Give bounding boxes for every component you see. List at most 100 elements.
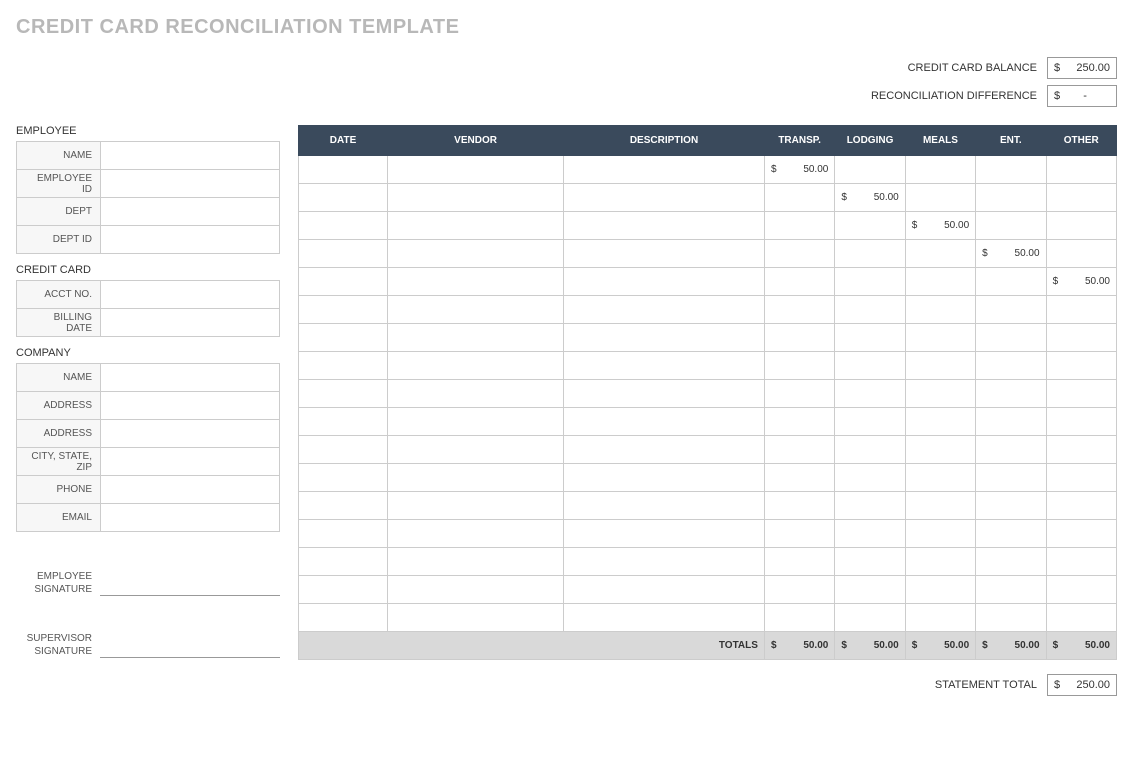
cell-transp[interactable] xyxy=(764,324,834,352)
cell-date[interactable] xyxy=(299,604,388,632)
cell-transp[interactable] xyxy=(764,464,834,492)
cell-description[interactable] xyxy=(564,520,765,548)
cell-lodging[interactable] xyxy=(835,436,905,464)
cell-description[interactable] xyxy=(564,212,765,240)
cell-date[interactable] xyxy=(299,492,388,520)
cell-transp[interactable] xyxy=(764,240,834,268)
cell-ent[interactable] xyxy=(976,492,1046,520)
cell-ent[interactable] xyxy=(976,380,1046,408)
cell-date[interactable] xyxy=(299,352,388,380)
cell-description[interactable] xyxy=(564,268,765,296)
cell-vendor[interactable] xyxy=(388,380,564,408)
cell-vendor[interactable] xyxy=(388,604,564,632)
company-name-input[interactable] xyxy=(101,364,280,392)
company-csz-input[interactable] xyxy=(101,448,280,476)
cell-vendor[interactable] xyxy=(388,492,564,520)
cell-transp[interactable] xyxy=(764,296,834,324)
dept-input[interactable] xyxy=(101,198,280,226)
cell-vendor[interactable] xyxy=(388,268,564,296)
cell-ent[interactable] xyxy=(976,408,1046,436)
cell-lodging[interactable] xyxy=(835,212,905,240)
acct-no-input[interactable] xyxy=(101,281,280,309)
cell-meals[interactable] xyxy=(905,240,975,268)
cell-meals[interactable] xyxy=(905,520,975,548)
cell-date[interactable] xyxy=(299,296,388,324)
cell-lodging[interactable]: $50.00 xyxy=(835,184,905,212)
cell-meals[interactable] xyxy=(905,156,975,184)
cell-description[interactable] xyxy=(564,240,765,268)
cell-other[interactable] xyxy=(1046,240,1116,268)
cell-meals[interactable] xyxy=(905,408,975,436)
cell-vendor[interactable] xyxy=(388,324,564,352)
cell-meals[interactable] xyxy=(905,324,975,352)
cell-ent[interactable] xyxy=(976,520,1046,548)
cell-meals[interactable] xyxy=(905,296,975,324)
company-address2-input[interactable] xyxy=(101,420,280,448)
cell-meals[interactable] xyxy=(905,436,975,464)
cell-other[interactable] xyxy=(1046,184,1116,212)
cell-date[interactable] xyxy=(299,408,388,436)
cell-transp[interactable] xyxy=(764,184,834,212)
cell-meals[interactable] xyxy=(905,380,975,408)
employee-name-input[interactable] xyxy=(101,142,280,170)
cell-vendor[interactable] xyxy=(388,156,564,184)
cell-transp[interactable] xyxy=(764,604,834,632)
cell-other[interactable] xyxy=(1046,436,1116,464)
cell-transp[interactable] xyxy=(764,520,834,548)
cell-meals[interactable] xyxy=(905,604,975,632)
cell-date[interactable] xyxy=(299,548,388,576)
cell-description[interactable] xyxy=(564,380,765,408)
cell-date[interactable] xyxy=(299,240,388,268)
cell-date[interactable] xyxy=(299,324,388,352)
cell-meals[interactable] xyxy=(905,352,975,380)
cell-other[interactable] xyxy=(1046,604,1116,632)
cell-description[interactable] xyxy=(564,436,765,464)
cell-vendor[interactable] xyxy=(388,548,564,576)
cell-lodging[interactable] xyxy=(835,324,905,352)
cell-ent[interactable] xyxy=(976,352,1046,380)
cell-vendor[interactable] xyxy=(388,184,564,212)
cell-other[interactable] xyxy=(1046,296,1116,324)
cell-transp[interactable] xyxy=(764,352,834,380)
cell-lodging[interactable] xyxy=(835,408,905,436)
cell-date[interactable] xyxy=(299,576,388,604)
cell-lodging[interactable] xyxy=(835,352,905,380)
cell-ent[interactable] xyxy=(976,268,1046,296)
cell-other[interactable] xyxy=(1046,492,1116,520)
cell-description[interactable] xyxy=(564,464,765,492)
cell-other[interactable] xyxy=(1046,464,1116,492)
cell-date[interactable] xyxy=(299,212,388,240)
billing-date-input[interactable] xyxy=(101,309,280,337)
cell-other[interactable] xyxy=(1046,352,1116,380)
cell-date[interactable] xyxy=(299,380,388,408)
employee-id-input[interactable] xyxy=(101,170,280,198)
cell-ent[interactable] xyxy=(976,436,1046,464)
cell-transp[interactable] xyxy=(764,492,834,520)
cell-transp[interactable] xyxy=(764,548,834,576)
cell-vendor[interactable] xyxy=(388,436,564,464)
dept-id-input[interactable] xyxy=(101,226,280,254)
cell-vendor[interactable] xyxy=(388,464,564,492)
cell-ent[interactable]: $50.00 xyxy=(976,240,1046,268)
cell-meals[interactable] xyxy=(905,184,975,212)
cell-transp[interactable] xyxy=(764,212,834,240)
cell-date[interactable] xyxy=(299,156,388,184)
company-email-input[interactable] xyxy=(101,504,280,532)
cell-other[interactable] xyxy=(1046,212,1116,240)
cell-lodging[interactable] xyxy=(835,604,905,632)
reconciliation-diff-value[interactable]: $ - xyxy=(1047,85,1117,107)
cell-lodging[interactable] xyxy=(835,492,905,520)
cell-other[interactable] xyxy=(1046,520,1116,548)
cell-vendor[interactable] xyxy=(388,408,564,436)
credit-card-balance-value[interactable]: $ 250.00 xyxy=(1047,57,1117,79)
cell-description[interactable] xyxy=(564,184,765,212)
cell-description[interactable] xyxy=(564,296,765,324)
cell-ent[interactable] xyxy=(976,212,1046,240)
cell-lodging[interactable] xyxy=(835,548,905,576)
cell-transp[interactable] xyxy=(764,408,834,436)
cell-ent[interactable] xyxy=(976,324,1046,352)
cell-ent[interactable] xyxy=(976,184,1046,212)
cell-other[interactable] xyxy=(1046,548,1116,576)
cell-vendor[interactable] xyxy=(388,296,564,324)
cell-description[interactable] xyxy=(564,604,765,632)
